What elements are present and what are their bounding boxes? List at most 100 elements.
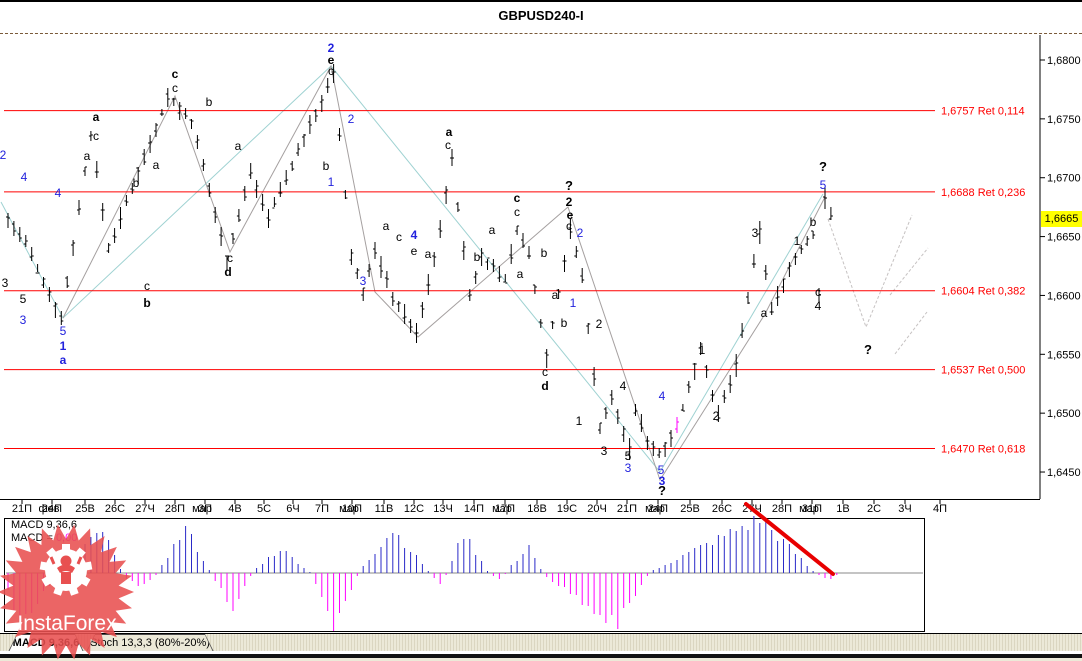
price-axis-label: 1,6650 [1047, 232, 1081, 244]
time-axis-label: 17П [495, 503, 515, 515]
time-axis-label: 12С [404, 503, 424, 515]
wave-label: 4 [21, 170, 28, 184]
wave-label: a [552, 288, 559, 302]
macd-histogram-positive [60, 516, 814, 573]
wave-label: 5 [820, 178, 827, 192]
wave-label: 3 [601, 444, 608, 458]
wave-label: b [561, 316, 568, 330]
time-axis-label: 27Ч [135, 503, 155, 515]
wave-zigzag-gray [62, 64, 826, 482]
wave-label: 2 [596, 317, 603, 331]
time-axis-label: 11В [375, 503, 394, 515]
instaforex-starburst [0, 524, 134, 660]
wave-label: a [153, 158, 160, 172]
wave-zigzag-cyan [0, 65, 824, 473]
fib-label: 1,6688 Ret 0,236 [941, 187, 1025, 199]
time-axis-label: 26С [105, 503, 125, 515]
wave-label: b [474, 250, 481, 264]
time-axis-label: 21П [12, 503, 32, 515]
wave-label: a [446, 125, 453, 139]
wave-label: ? [658, 483, 666, 498]
wave-label: 1 [328, 175, 335, 189]
wave-label: 3 [2, 276, 9, 290]
time-axis-label: 4В [228, 503, 241, 515]
indicator-tab-bar: MACD 9,36,6 Stoch 13,3,3 (80%-20%) [0, 633, 1082, 652]
terminal-window: GBPUSD240-I 1,6757 Ret 0,114 1,6688 Ret 0… [0, 0, 1082, 661]
time-axis-label: 26С [712, 503, 732, 515]
wave-label: 3 [752, 226, 759, 240]
wave-label: a [489, 223, 496, 237]
wave-label: 1 [576, 414, 583, 428]
time-axis-label: 19С [557, 503, 577, 515]
projection-line [894, 311, 928, 355]
time-axis-label: 24П [648, 503, 668, 515]
time-axis-label: 31П [802, 503, 822, 515]
wave-label: 2 [0, 148, 7, 162]
time-axis-label: 14П [464, 503, 484, 515]
wave-label: 3 [20, 313, 27, 327]
chart-canvas[interactable]: 1,6757 Ret 0,114 1,6688 Ret 0,236 1,6604 R… [0, 2, 1082, 661]
wave-label: a [761, 306, 768, 320]
wave-label: b [810, 215, 817, 229]
highlighted-bar [675, 417, 679, 433]
wave-label: c [445, 138, 451, 152]
price-axis-label: 1,6550 [1047, 349, 1081, 361]
wave-label: 1 [570, 296, 577, 310]
wave-label: c [566, 219, 572, 233]
wave-label: c [172, 67, 179, 81]
wave-label: 3 [360, 274, 367, 288]
wave-label: 4 [815, 299, 822, 313]
wave-label: a [383, 219, 390, 233]
wave-label: ? [819, 159, 827, 174]
wave-label: 2 [566, 195, 573, 209]
time-axis-label: 28П [772, 503, 792, 515]
time-axis-label: 1В [836, 503, 849, 515]
price-axis-label: 1,6500 [1047, 408, 1081, 420]
time-axis-label: 5С [257, 503, 271, 515]
wave-label: c [172, 81, 178, 95]
wave-label: b [541, 246, 548, 260]
instaforex-watermark: InstaForex [0, 524, 138, 661]
fib-label: 1,6537 Ret 0,500 [941, 365, 1025, 377]
time-axis-label: 20Ч [587, 503, 607, 515]
price-axis-label: 1,6750 [1047, 114, 1081, 126]
time-axis-label: 25В [75, 503, 95, 515]
time-axis-label: 25В [680, 503, 700, 515]
price-axis-label: 1,6450 [1047, 467, 1081, 479]
time-axis-label: 18В [527, 503, 547, 515]
time-axis-label: 13Ч [433, 503, 453, 515]
time-axis-label: 3Ч [898, 503, 911, 515]
wave-label: a [84, 149, 91, 163]
wave-label: b [206, 95, 213, 109]
wave-label: 5 [20, 292, 27, 306]
projection-line [827, 214, 913, 329]
wave-label: c [227, 251, 233, 265]
wave-label: c [514, 205, 520, 219]
wave-label: a [235, 139, 242, 153]
wave-label: c [93, 129, 99, 143]
wave-label: b [143, 296, 150, 310]
wave-label: 2 [713, 409, 720, 423]
time-axis-label: 21П [617, 503, 637, 515]
wave-label: c [514, 191, 521, 205]
wave-label: ? [565, 178, 573, 193]
fib-label: 1,6604 Ret 0,382 [941, 286, 1025, 298]
time-axis-label: 24П [42, 503, 62, 515]
wave-label: c [396, 230, 402, 244]
instaforex-logo-text: InstaForex [17, 612, 117, 635]
wave-label: c [542, 365, 548, 379]
time-axis-label: 7П [315, 503, 329, 515]
wave-label: c [144, 279, 150, 293]
time-axis-label: 4П [933, 503, 947, 515]
price-axis-label: 1,6700 [1047, 173, 1081, 185]
fib-label: 1,6757 Ret 0,114 [941, 106, 1025, 118]
price-axis-label: 1,6800 [1047, 55, 1081, 67]
wave-label: c [328, 64, 334, 78]
ohlc-bars [6, 64, 833, 460]
wave-label: 4 [411, 228, 418, 242]
wave-label: c [815, 285, 821, 299]
wave-label: d [541, 379, 548, 393]
wave-label: ? [864, 342, 872, 357]
wave-label: a [425, 247, 432, 261]
time-axis-label: 3П [198, 503, 212, 515]
